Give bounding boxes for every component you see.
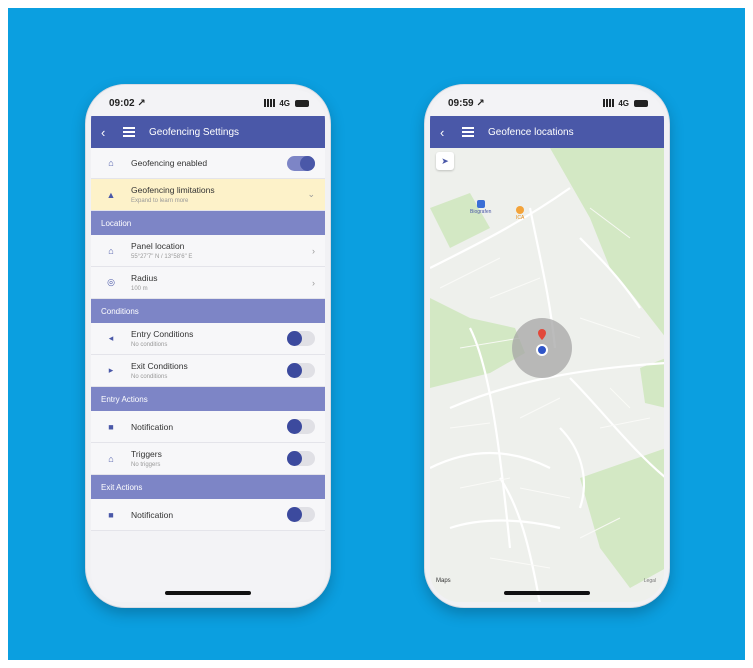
row-sub: Expand to learn more	[131, 198, 189, 204]
chevron-right-icon: ›	[312, 245, 315, 256]
geofencing-limitations-row[interactable]: ▲ Geofencing limitations Expand to learn…	[91, 179, 325, 211]
exit-icon: ▸	[108, 365, 114, 375]
status-bar: 09:02 ↗ 4G	[91, 90, 325, 116]
exit-notification-row: ■ Notification	[91, 499, 325, 531]
house-icon: ⌂	[108, 245, 114, 256]
menu-icon[interactable]	[462, 127, 476, 137]
row-label: Notification	[131, 421, 174, 432]
row-label: Notification	[131, 509, 174, 520]
row-label: Geofencing enabled	[131, 158, 208, 168]
triggers-row: ⌂ Triggers No triggers	[91, 443, 325, 475]
legal-link[interactable]: Legal	[644, 578, 656, 584]
status-bar: 09:59 ↗ 4G	[430, 90, 664, 116]
panel-location-row[interactable]: ⌂ Panel location 55°27'7" N / 13°58'6" E…	[91, 235, 325, 267]
entry-notification-row: ■ Notification	[91, 411, 325, 443]
chevron-right-icon: ›	[312, 277, 315, 288]
warning-icon: ▲	[106, 189, 116, 200]
row-label: Geofencing limitations	[131, 185, 215, 195]
section-entry-actions: Entry Actions	[91, 387, 325, 411]
network-label: 4G	[618, 98, 629, 108]
notification-icon: ■	[108, 421, 114, 432]
app-bar: ‹ Geofencing Settings	[91, 116, 325, 148]
entry-notification-toggle[interactable]	[287, 419, 315, 434]
home-indicator[interactable]	[165, 591, 251, 595]
signal-icon	[264, 99, 277, 107]
row-label: Entry Conditions	[131, 329, 194, 339]
settings-screen: 09:02 ↗ 4G ‹ Geofencing Settings ⌂ Geofe…	[91, 90, 325, 602]
home-indicator[interactable]	[504, 591, 590, 595]
radius-icon: ◎	[107, 277, 115, 287]
row-sub: 55°27'7" N / 13°58'6" E	[131, 254, 193, 260]
section-location: Location	[91, 211, 325, 235]
row-sub: No triggers	[131, 462, 161, 468]
network-label: 4G	[279, 98, 290, 108]
status-time: 09:59 ↗	[448, 97, 485, 109]
navigation-arrow-icon[interactable]: ➤	[436, 152, 454, 170]
section-conditions: Conditions	[91, 299, 325, 323]
row-sub: 100 m	[131, 286, 148, 292]
app-bar: ‹ Geofence locations	[430, 116, 664, 148]
battery-icon	[295, 99, 309, 107]
row-label: Exit Conditions	[131, 361, 188, 371]
home-icon: ⌂	[108, 158, 114, 168]
phone-map: 09:59 ↗ 4G ‹ Geofence locations ➤ Biogra…	[424, 84, 670, 608]
row-sub: No conditions	[131, 342, 168, 348]
map-tiles	[430, 148, 664, 602]
chevron-down-icon: ⌄	[307, 189, 315, 199]
page-title: Geofencing Settings	[149, 126, 240, 138]
row-label: Triggers	[131, 449, 162, 459]
exit-conditions-row: ▸ Exit Conditions No conditions	[91, 355, 325, 387]
entry-conditions-row: ◂ Entry Conditions No conditions	[91, 323, 325, 355]
radius-row[interactable]: ◎ Radius 100 m ›	[91, 267, 325, 299]
status-time: 09:02 ↗	[109, 97, 146, 109]
exit-conditions-toggle[interactable]	[287, 363, 315, 378]
notification-icon: ■	[108, 509, 114, 520]
row-label: Radius	[131, 273, 158, 283]
battery-icon	[634, 99, 648, 107]
maps-credit: Maps	[436, 578, 451, 584]
entry-conditions-toggle[interactable]	[287, 331, 315, 346]
phone-settings: 09:02 ↗ 4G ‹ Geofencing Settings ⌂ Geofe…	[85, 84, 331, 608]
geofencing-enabled-row: ⌂ Geofencing enabled	[91, 148, 325, 179]
trigger-icon: ⌂	[108, 453, 114, 464]
back-icon[interactable]: ‹	[101, 125, 115, 140]
geofencing-enabled-toggle[interactable]	[287, 155, 315, 171]
map-screen: 09:59 ↗ 4G ‹ Geofence locations ➤ Biogra…	[430, 90, 664, 602]
row-sub: No conditions	[131, 374, 168, 380]
section-exit-actions: Exit Actions	[91, 475, 325, 499]
triggers-toggle[interactable]	[287, 451, 315, 466]
signal-icon	[603, 99, 616, 107]
menu-icon[interactable]	[123, 127, 137, 137]
exit-notification-toggle[interactable]	[287, 507, 315, 522]
poi-orange[interactable]: ICA	[516, 206, 524, 221]
page-title: Geofence locations	[488, 126, 574, 138]
back-icon[interactable]: ‹	[440, 125, 454, 140]
background-stage: 09:02 ↗ 4G ‹ Geofencing Settings ⌂ Geofe…	[8, 8, 745, 660]
map-view[interactable]: ➤ Biografen ICA Maps Legal	[430, 148, 664, 602]
current-location-dot	[536, 344, 548, 356]
entry-icon: ◂	[108, 333, 114, 343]
row-label: Panel location	[131, 241, 185, 251]
poi-blue[interactable]: Biografen	[470, 200, 491, 215]
